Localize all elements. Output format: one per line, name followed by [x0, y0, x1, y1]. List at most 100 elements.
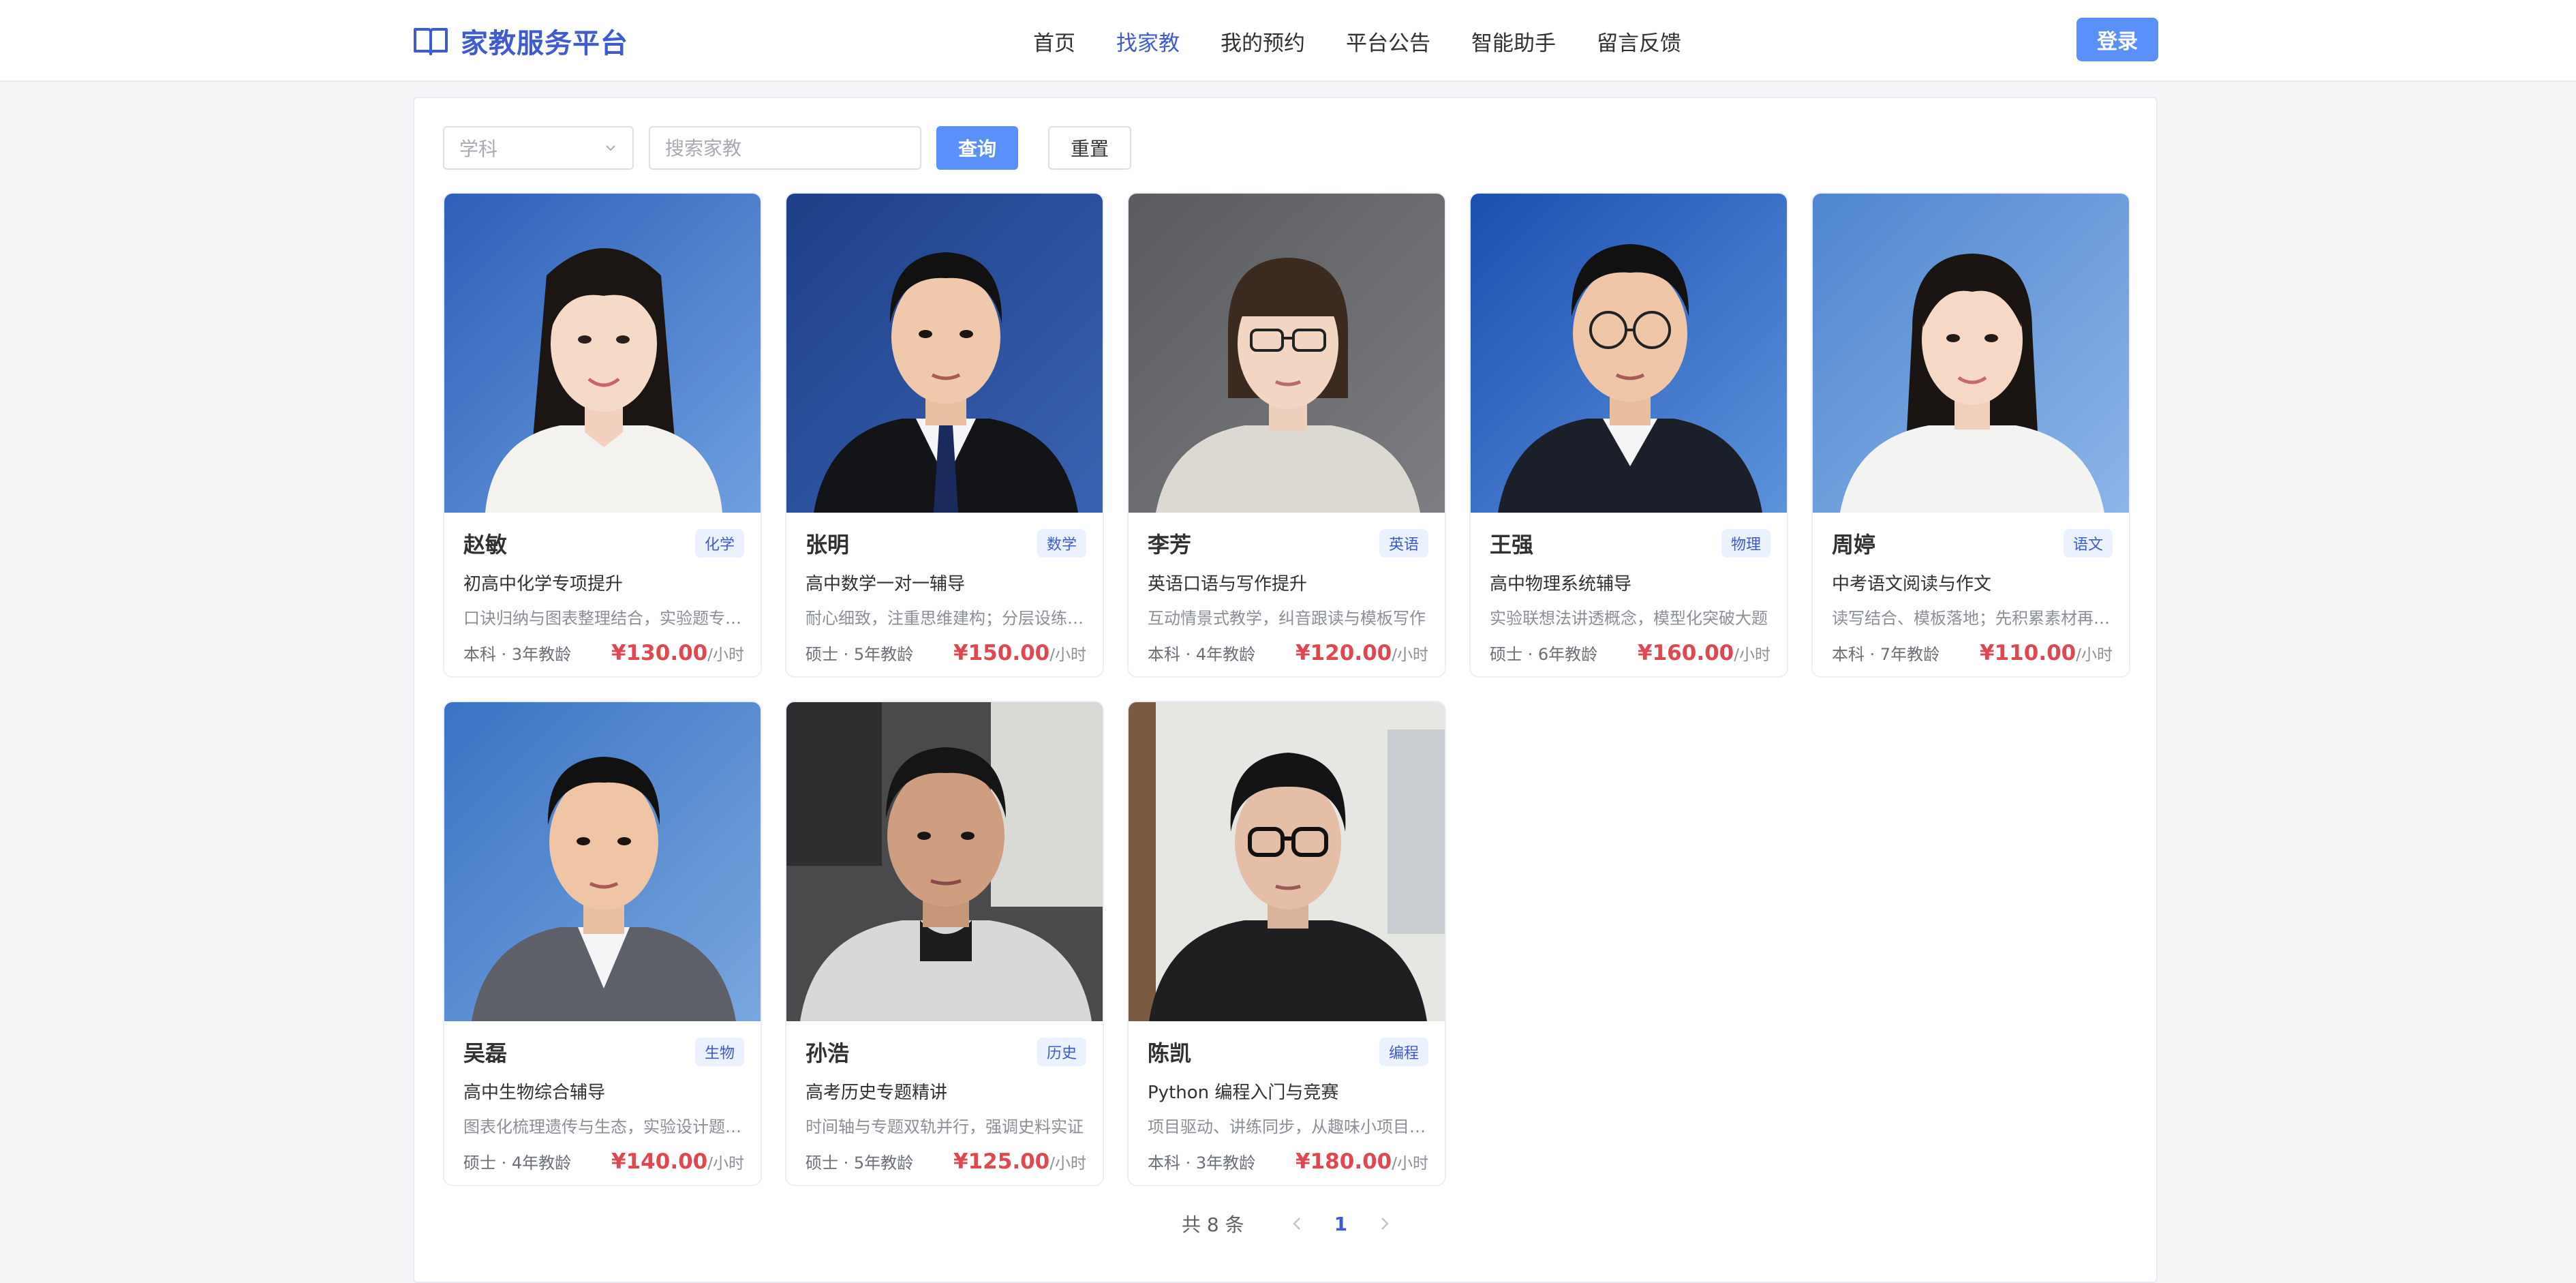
reset-button[interactable]: 重置	[1048, 126, 1131, 170]
tutor-name: 陈凯	[1148, 1040, 1192, 1066]
tutor-meta: 硕士 · 6年教龄	[1490, 645, 1598, 664]
subject-tag: 语文	[2063, 529, 2113, 558]
tutor-photo	[1813, 194, 2129, 513]
tutor-card[interactable]: 李芳 英语 英语口语与写作提升 互动情景式教学，纠音跟读与模板写作 本科 · 4…	[1127, 192, 1446, 678]
main-nav: 首页 找家教 我的预约 平台公告 智能助手 留言反馈	[1033, 20, 1722, 61]
query-button[interactable]: 查询	[936, 126, 1018, 170]
tutor-description: 时间轴与专题双轨并行，强调史料实证	[806, 1117, 1084, 1136]
tutor-card-body: 王强 物理 高中物理系统辅导 实验联想法讲透概念，模型化突破大题 硕士 · 6年…	[1490, 528, 1770, 665]
pagination-total: 共 8 条	[1182, 1213, 1244, 1236]
tutor-price: ¥130.00	[611, 641, 708, 665]
tutor-price: ¥150.00	[953, 641, 1050, 665]
tutor-photo	[1129, 194, 1445, 513]
subject-tag: 英语	[1379, 529, 1428, 558]
subject-tag: 历史	[1037, 1038, 1086, 1066]
nav-feedback[interactable]: 留言反馈	[1597, 26, 1681, 57]
tutor-description: 实验联想法讲透概念，模型化突破大题	[1490, 609, 1768, 628]
tutor-card-body: 孙浩 历史 高考历史专题精讲 时间轴与专题双轨并行，强调史料实证 硕士 · 5年…	[806, 1036, 1086, 1174]
tutor-price: ¥160.00	[1638, 641, 1734, 665]
price-unit: /小时	[1392, 646, 1428, 664]
chevron-down-icon	[606, 145, 615, 151]
tutor-card-body: 吴磊 生物 高中生物综合辅导 图表化梳理遗传与生态，实验设计题专练 硕士 · 4…	[463, 1036, 744, 1174]
tutor-name: 李芳	[1148, 532, 1192, 558]
price-unit: /小时	[707, 1155, 744, 1173]
chevron-right-icon[interactable]	[1375, 1213, 1395, 1234]
nav-my-bookings[interactable]: 我的预约	[1221, 26, 1305, 57]
tutor-price-block: ¥125.00/小时	[953, 1149, 1086, 1174]
chevron-left-icon[interactable]	[1287, 1213, 1307, 1234]
tutor-price-block: ¥140.00/小时	[611, 1149, 744, 1174]
subject-tag: 数学	[1037, 529, 1086, 558]
tutor-price-block: ¥180.00/小时	[1295, 1149, 1428, 1174]
tutor-card-body: 李芳 英语 英语口语与写作提升 互动情景式教学，纠音跟读与模板写作 本科 · 4…	[1148, 528, 1428, 665]
tutor-card-body: 赵敏 化学 初高中化学专项提升 口诀归纳与图表整理结合，实验题专项突破 本科 ·…	[463, 528, 744, 665]
tutor-card[interactable]: 吴磊 生物 高中生物综合辅导 图表化梳理遗传与生态，实验设计题专练 硕士 · 4…	[443, 701, 762, 1186]
tutor-photo	[786, 194, 1103, 513]
tutor-card[interactable]: 陈凯 编程 Python 编程入门与竞赛 项目驱动、讲练同步，从趣味小项目入门 …	[1127, 701, 1446, 1186]
tutor-course-title: 中考语文阅读与作文	[1832, 574, 1992, 594]
subject-tag: 化学	[694, 529, 744, 558]
tutor-card[interactable]: 王强 物理 高中物理系统辅导 实验联想法讲透概念，模型化突破大题 硕士 · 6年…	[1469, 192, 1788, 678]
subject-select-placeholder: 学科	[459, 138, 498, 160]
tutor-meta: 本科 · 4年教龄	[1148, 645, 1256, 664]
subject-tag: 编程	[1379, 1038, 1428, 1066]
tutor-price-block: ¥110.00/小时	[1980, 641, 2113, 665]
tutor-name: 周婷	[1832, 532, 1876, 558]
tutor-course-title: 高中数学一对一辅导	[806, 574, 966, 594]
tutor-meta: 本科 · 7年教龄	[1832, 645, 1940, 664]
book-icon	[414, 28, 448, 55]
tutor-description: 项目驱动、讲练同步，从趣味小项目入门	[1148, 1117, 1428, 1136]
brand[interactable]: 家教服务平台	[413, 20, 628, 61]
tutor-course-title: Python 编程入门与竞赛	[1148, 1083, 1339, 1103]
tutor-description: 互动情景式教学，纠音跟读与模板写作	[1148, 609, 1426, 628]
tutor-name: 张明	[806, 532, 850, 558]
nav-home[interactable]: 首页	[1033, 26, 1075, 57]
tutor-course-title: 英语口语与写作提升	[1148, 574, 1308, 594]
tutor-meta: 硕士 · 5年教龄	[806, 645, 914, 664]
tutor-photo	[1129, 702, 1445, 1021]
tutor-description: 读写结合、模板落地；先积累素材再练笔	[1832, 609, 2113, 628]
price-unit: /小时	[1049, 1155, 1086, 1173]
tutor-description: 图表化梳理遗传与生态，实验设计题专练	[463, 1117, 744, 1136]
tutor-price: ¥110.00	[1980, 641, 2076, 665]
tutor-price-block: ¥120.00/小时	[1295, 641, 1428, 665]
tutor-card[interactable]: 张明 数学 高中数学一对一辅导 耐心细致，注重思维建构；分层设练提分 硕士 · …	[785, 192, 1104, 678]
tutor-course-title: 高考历史专题精讲	[806, 1083, 948, 1103]
tutor-price: ¥120.00	[1295, 641, 1392, 665]
tutor-description: 耐心细致，注重思维建构；分层设练提分	[806, 609, 1086, 628]
tutor-description: 口诀归纳与图表整理结合，实验题专项突破	[463, 609, 744, 628]
price-unit: /小时	[1049, 646, 1086, 664]
top-navbar: 家教服务平台 首页 找家教 我的预约 平台公告 智能助手 留言反馈 登录	[0, 0, 2576, 82]
price-unit: /小时	[707, 646, 744, 664]
tutor-price-block: ¥130.00/小时	[611, 641, 744, 665]
subject-tag: 生物	[694, 1038, 744, 1066]
tutor-price: ¥125.00	[953, 1149, 1050, 1174]
tutor-meta: 本科 · 3年教龄	[1148, 1153, 1256, 1173]
tutor-price-block: ¥150.00/小时	[953, 641, 1086, 665]
search-input[interactable]	[649, 126, 921, 170]
tutor-course-title: 初高中化学专项提升	[463, 574, 624, 594]
subject-select[interactable]: 学科	[443, 126, 634, 170]
tutor-meta: 本科 · 3年教龄	[463, 645, 572, 664]
page-number-current[interactable]: 1	[1334, 1213, 1347, 1235]
tutor-card[interactable]: 赵敏 化学 初高中化学专项提升 口诀归纳与图表整理结合，实验题专项突破 本科 ·…	[443, 192, 762, 678]
tutor-course-title: 高中物理系统辅导	[1490, 574, 1632, 594]
tutor-name: 孙浩	[806, 1040, 850, 1066]
tutor-photo	[786, 702, 1103, 1021]
tutor-photo	[444, 194, 761, 513]
tutor-name: 吴磊	[463, 1040, 508, 1066]
price-unit: /小时	[2076, 646, 2113, 664]
login-button[interactable]: 登录	[2076, 18, 2158, 61]
tutor-card[interactable]: 周婷 语文 中考语文阅读与作文 读写结合、模板落地；先积累素材再练笔 本科 · …	[1811, 192, 2130, 678]
tutor-card-body: 张明 数学 高中数学一对一辅导 耐心细致，注重思维建构；分层设练提分 硕士 · …	[806, 528, 1086, 665]
tutor-price: ¥140.00	[611, 1149, 708, 1174]
tutor-card-body: 周婷 语文 中考语文阅读与作文 读写结合、模板落地；先积累素材再练笔 本科 · …	[1832, 528, 2113, 665]
nav-announcements[interactable]: 平台公告	[1346, 26, 1430, 57]
nav-assistant[interactable]: 智能助手	[1471, 26, 1556, 57]
tutor-card[interactable]: 孙浩 历史 高考历史专题精讲 时间轴与专题双轨并行，强调史料实证 硕士 · 5年…	[785, 701, 1104, 1186]
tutor-meta: 硕士 · 4年教龄	[463, 1153, 572, 1173]
nav-find-tutor[interactable]: 找家教	[1116, 26, 1180, 57]
tutor-name: 王强	[1490, 532, 1534, 558]
pagination: 共 8 条 1	[1182, 1207, 1410, 1241]
filter-bar: 学科 查询 重置	[443, 125, 1131, 170]
